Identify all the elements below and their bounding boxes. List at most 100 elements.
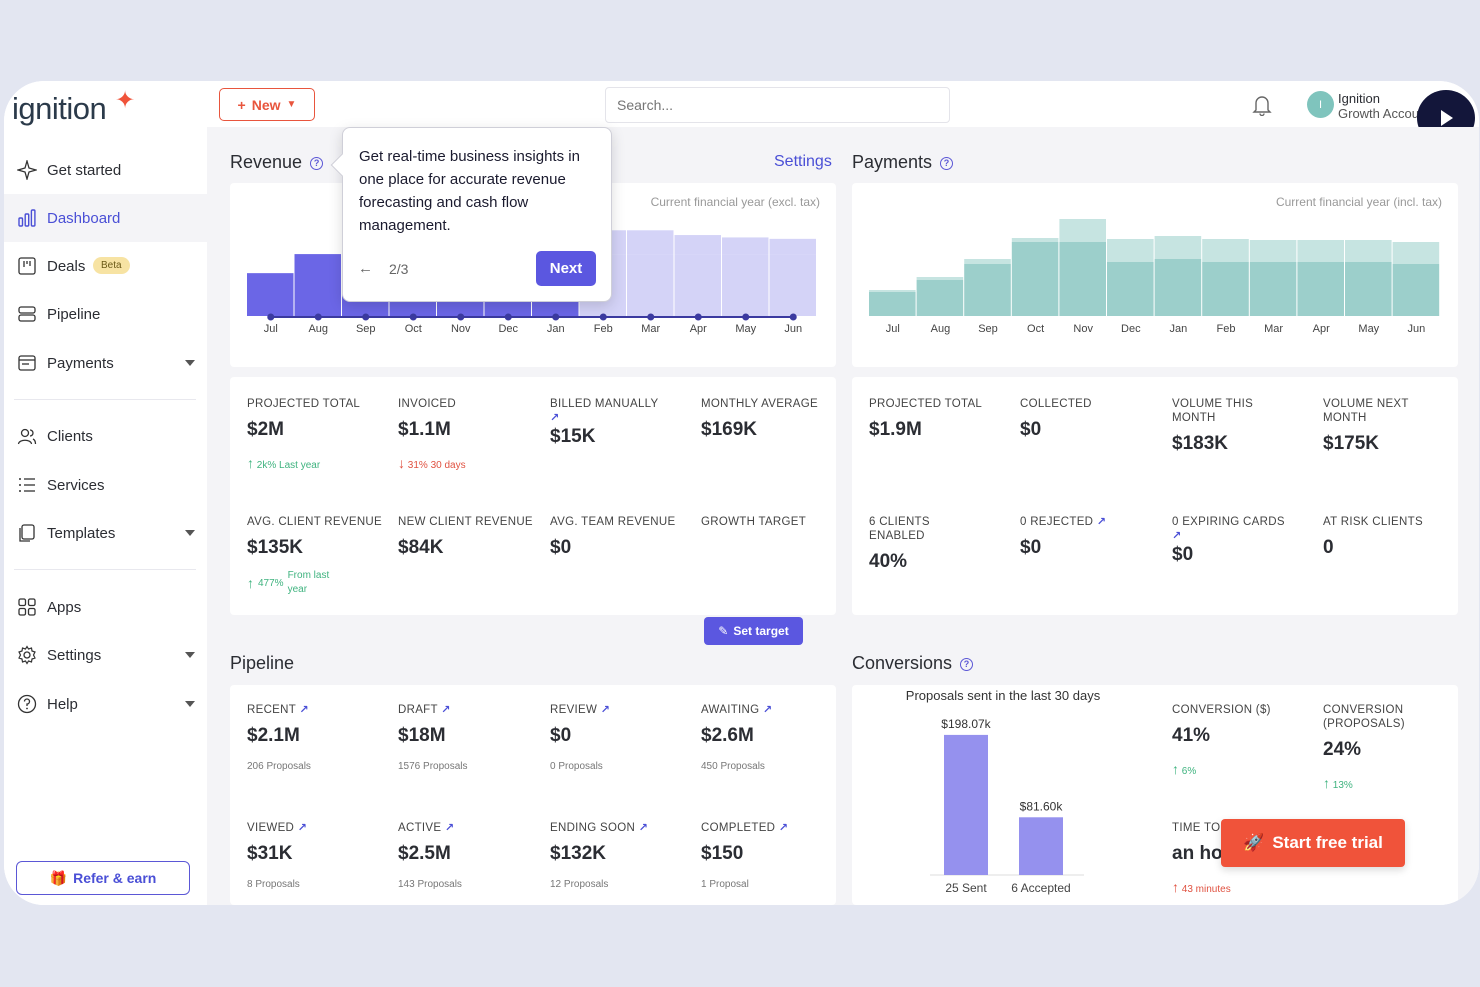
x-tick-label: Aug bbox=[931, 323, 951, 335]
metric-rejected[interactable]: 0 REJECTED ↗ $0 bbox=[1020, 515, 1160, 559]
revenue-settings-link[interactable]: Settings bbox=[774, 153, 832, 171]
external-link-icon[interactable]: ↗ bbox=[639, 822, 649, 834]
refer-earn-button[interactable]: 🎁 Refer & earn bbox=[16, 861, 190, 895]
x-tick-label: Apr bbox=[690, 323, 707, 335]
chevron-down-icon[interactable] bbox=[185, 360, 195, 366]
new-button[interactable]: + New ▼ bbox=[219, 88, 315, 121]
x-tick-label: Nov bbox=[451, 323, 471, 335]
sidebar-item-help[interactable]: Help bbox=[4, 680, 207, 728]
metric-volume-this-month: VOLUME THIS MONTH $183K bbox=[1172, 398, 1254, 454]
pipeline-viewed[interactable]: VIEWED ↗ $31K 8 Proposals bbox=[247, 821, 387, 890]
set-target-label: Set target bbox=[733, 624, 789, 638]
external-link-icon[interactable]: ↗ bbox=[445, 822, 455, 834]
x-tick-label: Dec bbox=[1121, 323, 1141, 335]
x-tick-label: Feb bbox=[1217, 323, 1236, 335]
payments-bar bbox=[1107, 262, 1154, 316]
divider bbox=[14, 399, 196, 400]
x-tick-label: Jun bbox=[784, 323, 802, 335]
refer-earn-label: Refer & earn bbox=[73, 870, 157, 886]
revenue-bar-projected bbox=[769, 238, 816, 255]
metric-clients-enabled: 6 CLIENTS ENABLED 40% bbox=[869, 516, 930, 572]
external-link-icon[interactable]: ↗ bbox=[298, 822, 308, 834]
external-link-icon[interactable]: ↗ bbox=[1172, 529, 1312, 542]
sidebar-item-apps[interactable]: Apps bbox=[4, 583, 207, 631]
external-link-icon[interactable]: ↗ bbox=[441, 704, 451, 716]
help-icon[interactable]: ? bbox=[960, 658, 974, 671]
sidebar-item-templates[interactable]: Templates bbox=[4, 509, 207, 557]
sidebar-item-get-started[interactable]: Get started bbox=[4, 146, 207, 194]
external-link-icon[interactable]: ↗ bbox=[601, 704, 611, 716]
help-icon bbox=[17, 694, 37, 714]
conversions-card: Proposals sent in the last 30 days $198.0… bbox=[852, 685, 1458, 905]
chevron-down-icon[interactable] bbox=[185, 530, 195, 536]
revenue-point bbox=[789, 313, 797, 321]
revenue-bar bbox=[627, 254, 674, 316]
sidebar-item-label: Clients bbox=[47, 427, 93, 445]
sidebar-item-dashboard[interactable]: Dashboard bbox=[4, 194, 207, 242]
sidebar-item-clients[interactable]: Clients bbox=[4, 412, 207, 460]
revenue-point bbox=[409, 313, 417, 321]
sidebar-item-pipeline[interactable]: Pipeline bbox=[4, 290, 207, 338]
arrow-left-icon[interactable]: ← bbox=[358, 260, 373, 277]
wallet-icon bbox=[18, 355, 36, 371]
sidebar-item-label: Services bbox=[47, 476, 105, 494]
play-icon bbox=[1441, 110, 1453, 126]
external-link-icon[interactable]: ↗ bbox=[1097, 516, 1107, 528]
metric-billed-manually[interactable]: BILLED MANUALLY ↗ $15K bbox=[550, 397, 690, 448]
start-free-trial-button[interactable]: 🚀 Start free trial bbox=[1221, 819, 1405, 867]
help-icon[interactable]: ? bbox=[940, 157, 954, 170]
metric-new-client-revenue: NEW CLIENT REVENUE $84K bbox=[398, 516, 533, 558]
x-tick-label: Mar bbox=[1264, 323, 1283, 335]
sidebar-item-label: Pipeline bbox=[47, 305, 101, 323]
avatar[interactable]: I bbox=[1307, 91, 1334, 118]
payments-bar-projected bbox=[1154, 236, 1202, 259]
trend-down-icon: ↓ bbox=[398, 455, 405, 471]
pipeline-card: RECENT ↗ $2.1M 206 Proposals DRAFT ↗ $18… bbox=[230, 685, 836, 905]
trend-up-icon: ↑ bbox=[1172, 761, 1179, 777]
sidebar-item-deals[interactable]: Deals Beta bbox=[4, 242, 207, 290]
user-name: Ignition bbox=[1338, 91, 1380, 106]
pipeline-active[interactable]: ACTIVE ↗ $2.5M 143 Proposals bbox=[398, 821, 538, 890]
external-link-icon[interactable]: ↗ bbox=[299, 704, 309, 716]
sidebar-item-services[interactable]: Services bbox=[4, 461, 207, 509]
metric-collected: COLLECTED $0 bbox=[1020, 398, 1092, 440]
search-input[interactable] bbox=[605, 87, 950, 123]
external-link-icon[interactable]: ↗ bbox=[779, 822, 789, 834]
pipeline-ending-soon[interactable]: ENDING SOON ↗ $132K 12 Proposals bbox=[550, 821, 690, 890]
pipeline-review[interactable]: REVIEW ↗ $0 0 Proposals bbox=[550, 703, 690, 772]
pipeline-completed[interactable]: COMPLETED ↗ $150 1 Proposal bbox=[701, 821, 841, 890]
chevron-down-icon[interactable] bbox=[185, 652, 195, 658]
chart-title: Proposals sent in the last 30 days bbox=[906, 688, 1101, 703]
sparkle-icon bbox=[17, 160, 37, 180]
bell-icon[interactable] bbox=[1252, 94, 1272, 116]
revenue-bar bbox=[674, 254, 721, 316]
trend-up-icon: ↑ bbox=[1172, 879, 1179, 895]
help-icon[interactable]: ? bbox=[310, 157, 324, 170]
chevron-down-icon: ▼ bbox=[286, 99, 297, 110]
pipeline-awaiting[interactable]: AWAITING ↗ $2.6M 450 Proposals bbox=[701, 703, 841, 772]
pipeline-draft[interactable]: DRAFT ↗ $18M 1576 Proposals bbox=[398, 703, 538, 772]
sidebar-item-label: Deals bbox=[47, 257, 86, 275]
bar-chart-icon bbox=[18, 209, 36, 227]
revenue-metrics-card: PROJECTED TOTAL $2M ↑ 2k% Last year INVO… bbox=[230, 377, 836, 615]
payments-bar bbox=[869, 292, 916, 316]
conversions-title: Conversions? bbox=[852, 653, 974, 674]
payments-bar bbox=[1249, 262, 1297, 316]
sidebar-item-settings[interactable]: Settings bbox=[4, 631, 207, 679]
sidebar-item-label: Templates bbox=[47, 524, 116, 542]
metric-growth-target: GROWTH TARGET bbox=[701, 516, 807, 528]
metric-invoiced: INVOICED $1.1M ↓ 31% 30 days bbox=[398, 398, 466, 471]
metric-expiring-cards[interactable]: 0 EXPIRING CARDS ↗ $0 bbox=[1172, 515, 1312, 566]
payments-bar-projected bbox=[1107, 239, 1154, 262]
payments-bar bbox=[1011, 242, 1059, 316]
external-link-icon[interactable]: ↗ bbox=[763, 704, 773, 716]
revenue-point bbox=[504, 313, 512, 321]
tooltip-next-button[interactable]: Next bbox=[536, 251, 596, 286]
pipeline-recent[interactable]: RECENT ↗ $2.1M 206 Proposals bbox=[247, 703, 387, 772]
sidebar-item-payments[interactable]: Payments bbox=[4, 339, 207, 387]
chevron-down-icon[interactable] bbox=[185, 701, 195, 707]
x-tick-label: Nov bbox=[1073, 323, 1093, 335]
set-target-button[interactable]: ✎ Set target bbox=[704, 617, 803, 645]
external-link-icon[interactable]: ↗ bbox=[550, 411, 690, 424]
revenue-point bbox=[552, 313, 560, 321]
